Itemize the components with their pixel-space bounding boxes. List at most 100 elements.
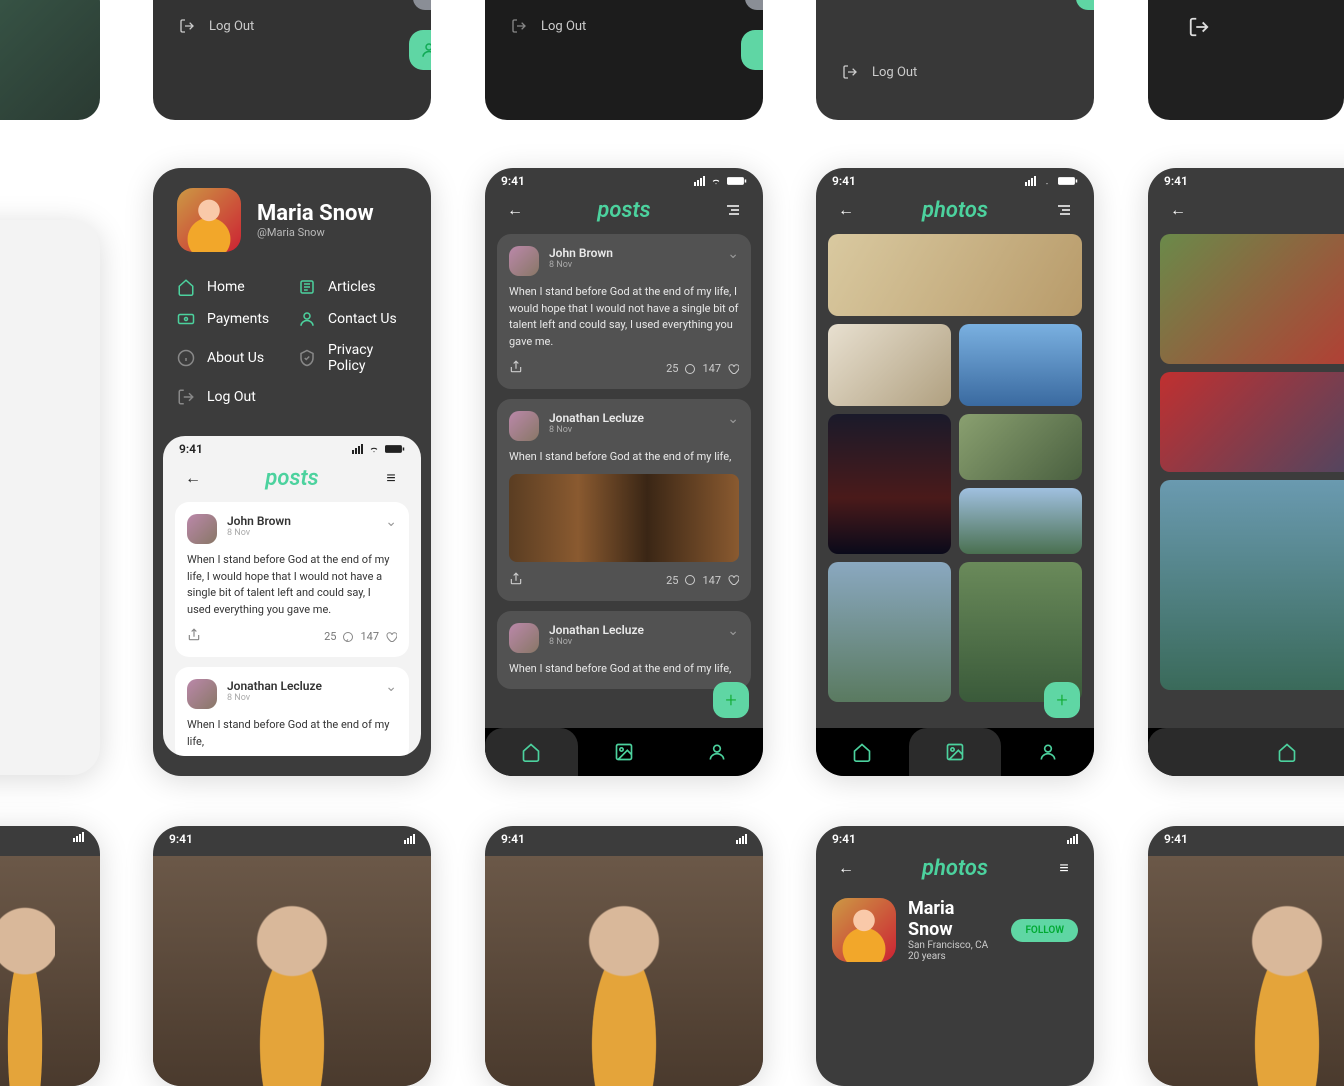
wifi-icon [1040,176,1054,186]
profile-name: Maria Snow [257,201,374,226]
logout-icon [511,18,527,34]
post-date: 8 Nov [549,425,717,435]
comment-count: 25 [324,630,336,643]
post-card[interactable]: Jonathan Lecluze 8 Nov ⌄ When I stand be… [497,611,751,690]
avatar[interactable] [177,188,241,252]
menu-button[interactable] [1050,196,1078,224]
profile-icon [420,41,431,59]
screen-profile-menu: Maria Snow @Maria Snow Home Articles Pay… [153,168,431,776]
avatar[interactable] [187,679,217,709]
logout-row[interactable]: Log Out [816,64,1094,80]
comment-icon[interactable] [684,574,696,586]
nav-profile-pill[interactable] [409,30,431,70]
photo-tile[interactable] [959,414,1082,480]
heart-icon[interactable] [727,363,739,375]
photo-tile[interactable] [959,562,1082,702]
logout-row[interactable]: Log Out [153,18,431,34]
screen-profile-hero-peek [0,826,100,1086]
nav-profile[interactable] [1001,728,1094,776]
bottom-nav [816,728,1094,776]
like-count: 147 [702,362,721,375]
fab-add[interactable]: + [745,0,763,10]
fab-add[interactable]: + [1076,0,1094,10]
photo-tile[interactable] [1160,234,1344,364]
menu-privacy[interactable]: Privacy Policy [298,342,407,374]
post-author: Jonathan Lecluze [227,679,375,693]
battery-icon [727,176,747,186]
avatar[interactable] [187,514,217,544]
avatar[interactable] [509,411,539,441]
post-card[interactable]: John Brown 8 Nov ⌄ When I stand before G… [175,502,409,657]
post-card[interactable]: Jonathan Lecluze 8 Nov ⌄ When I stand be… [497,399,751,601]
share-icon[interactable] [509,572,523,589]
post-author: Jonathan Lecluze [549,623,717,637]
menu-payments[interactable]: Payments [177,310,286,328]
follow-button[interactable]: FOLLOW [1011,919,1078,942]
logout-icon[interactable] [1188,16,1210,38]
post-text: When I stand before God at the end of my… [509,661,739,678]
comment-icon[interactable] [342,631,354,643]
nav-home[interactable] [485,728,578,776]
avatar[interactable] [509,623,539,653]
status-time: 9:41 [1164,174,1188,188]
menu-button[interactable]: ≡ [377,464,405,492]
profile-icon [1038,742,1058,762]
share-icon[interactable] [509,360,523,377]
avatar[interactable] [832,898,896,962]
hero-image [153,856,431,1086]
post-text: When I stand before God at the end of my… [187,552,397,618]
screen-photos-peek: 9:41 ← p [1148,168,1344,776]
fab-add[interactable]: + [413,0,431,10]
chevron-down-icon[interactable]: ⌄ [727,246,739,262]
photo-tile[interactable] [828,234,1082,316]
menu-logout[interactable]: Log Out [177,388,286,406]
menu-button[interactable] [719,196,747,224]
fab-add[interactable]: + [1044,682,1080,718]
photo-tile[interactable] [959,488,1082,554]
post-card[interactable]: John Brown 8 Nov ⌄ When I stand before G… [497,234,751,389]
chevron-down-icon[interactable]: ⌄ [385,514,397,530]
photo-tile[interactable] [1160,372,1344,472]
nav-photos[interactable] [578,728,671,776]
chevron-down-icon[interactable]: ⌄ [727,623,739,639]
heart-icon[interactable] [727,574,739,586]
chevron-down-icon[interactable]: ⌄ [727,411,739,427]
chevron-down-icon[interactable]: ⌄ [385,679,397,695]
menu-articles[interactable]: Articles [298,278,407,296]
photo-tile[interactable] [828,324,951,406]
share-icon[interactable] [187,628,201,645]
nav-home[interactable] [1148,728,1344,776]
photo-tile[interactable] [828,414,951,554]
status-time: 9:41 [832,832,856,846]
back-button[interactable]: ← [832,196,860,224]
heart-icon[interactable] [385,631,397,643]
photo-tile[interactable] [1160,480,1344,690]
hero-image [485,856,763,1086]
home-icon [521,742,541,762]
menu-button[interactable]: ≡ [1050,854,1078,882]
back-button[interactable]: ← [501,196,529,224]
avatar[interactable] [509,246,539,276]
menu-about[interactable]: About Us [177,342,286,374]
nav-home[interactable] [816,728,909,776]
status-time: 9:41 [169,832,193,846]
fab-add[interactable]: + [713,682,749,718]
nav-photos[interactable] [909,728,1002,776]
photo-tile[interactable] [828,562,951,702]
comment-icon[interactable] [684,363,696,375]
back-button[interactable]: ← [832,854,860,882]
post-card[interactable]: Jonathan Lecluze 8 Nov ⌄ When I stand be… [175,667,409,756]
menu-home[interactable]: Home [177,278,286,296]
menu-contact[interactable]: Contact Us [298,310,407,328]
bottom-nav [1148,728,1344,776]
logout-row[interactable]: Log Out [485,18,763,34]
logout-icon [842,64,858,80]
photo-tile[interactable] [959,324,1082,406]
nav-profile[interactable] [670,728,763,776]
frag-menu-4 [1148,0,1344,120]
back-button[interactable]: ← [1164,196,1192,224]
nav-profile-pill[interactable] [741,30,763,70]
post-image[interactable] [509,474,739,562]
back-button[interactable]: ← [179,464,207,492]
post-author: John Brown [227,514,375,528]
